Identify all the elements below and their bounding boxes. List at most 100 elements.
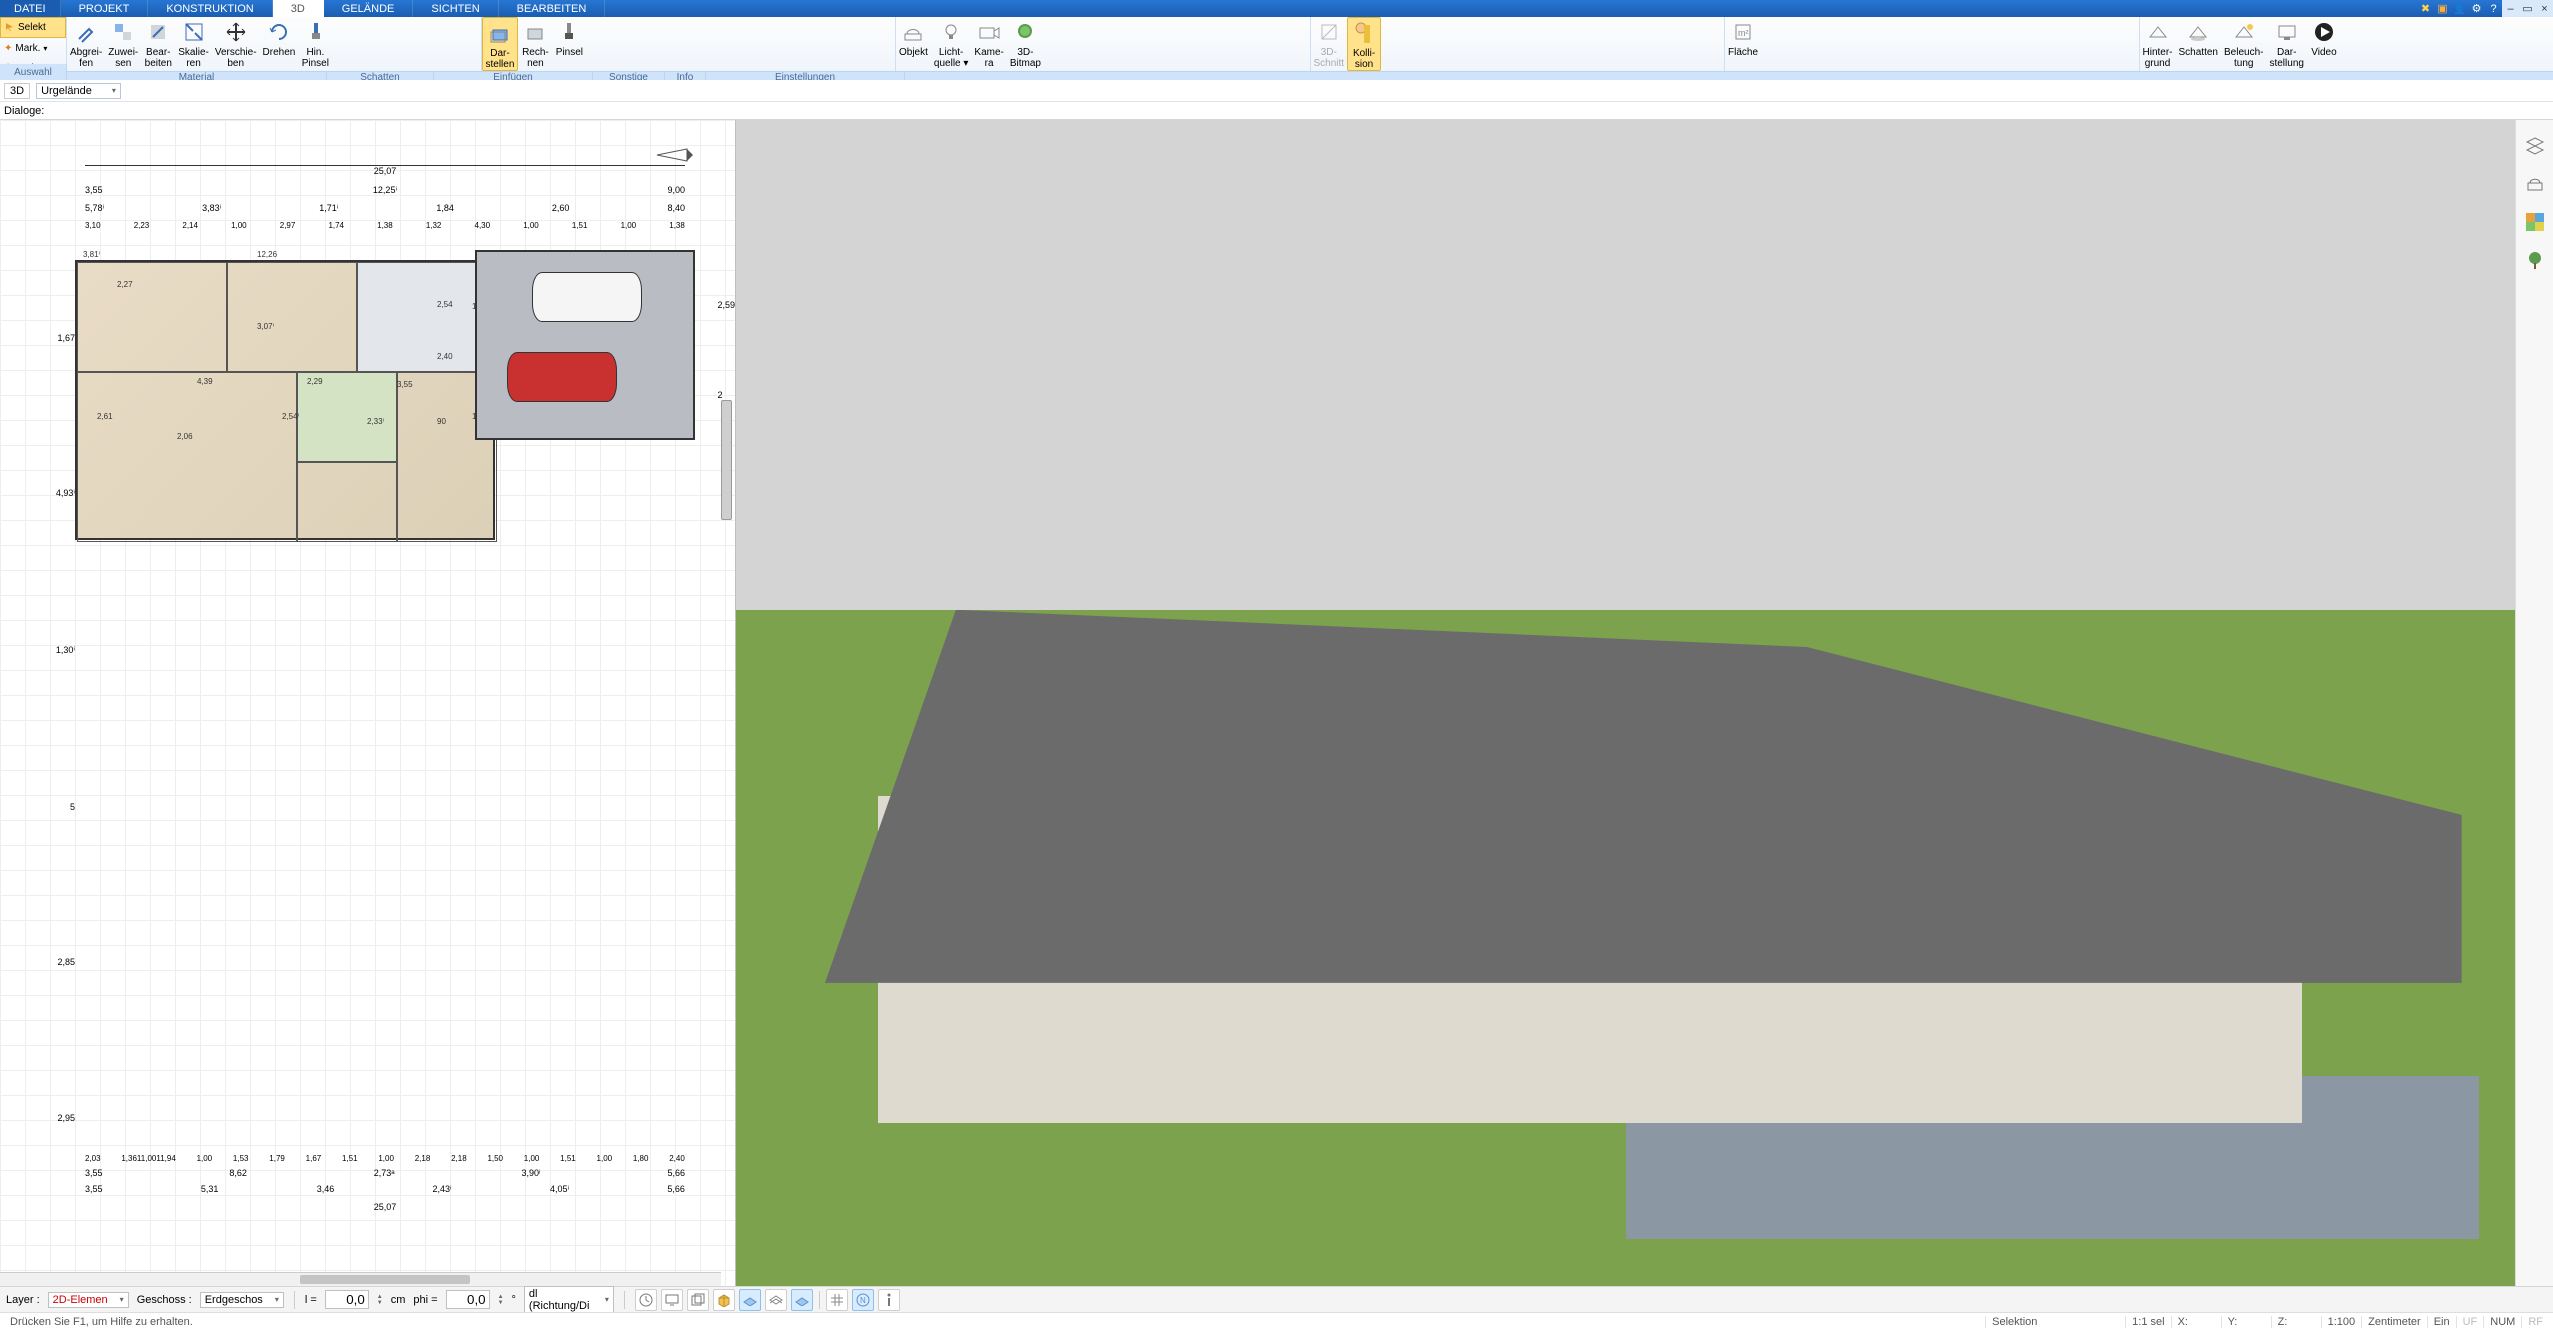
btn-darstellung[interactable]: Dar-stellung (2266, 17, 2306, 71)
btn-3d-bitmap[interactable]: 3D-Bitmap (1007, 17, 1044, 71)
pane-3d-view[interactable] (736, 120, 2515, 1286)
tree-icon[interactable] (2523, 248, 2547, 272)
geschoss-combo[interactable]: Erdgeschos (200, 1292, 284, 1308)
north-toggle-icon[interactable]: N (852, 1289, 874, 1311)
status-x: X: (2172, 1316, 2222, 1328)
phi-unit: ° (512, 1294, 516, 1306)
user-icon[interactable]: 👤 (2451, 0, 2468, 17)
btn-abgreifen[interactable]: Abgrei-fen (67, 17, 105, 71)
phi-input[interactable] (446, 1290, 490, 1309)
terrain-combo[interactable]: Urgelände (36, 83, 121, 99)
tab-datei[interactable]: DATEI (0, 0, 61, 17)
btn-flaeche[interactable]: m²Fläche (1725, 17, 1761, 71)
btn-drehen[interactable]: Drehen (260, 17, 299, 71)
dimension-value: 3,55 (397, 380, 413, 389)
btn-rechnen[interactable]: Rech-nen (518, 17, 552, 71)
furniture-icon[interactable] (2523, 172, 2547, 196)
btn-schatten[interactable]: Schatten (2176, 17, 2221, 71)
btn-zuweisen[interactable]: Zuwei-sen (105, 17, 141, 71)
stack-icon[interactable] (687, 1289, 709, 1311)
bottom-toolbar: Layer : 2D-Elemen Geschoss : Erdgeschos … (0, 1286, 2553, 1312)
car-red (507, 352, 617, 402)
mode-combo[interactable]: dl (Richtung/Di (524, 1286, 614, 1314)
status-uf: UF (2457, 1316, 2485, 1328)
btn-hin-pinsel[interactable]: Hin.Pinsel (298, 17, 332, 71)
settings-icon[interactable]: ⚙ (2468, 0, 2485, 17)
tools-icon[interactable]: ✖ (2417, 0, 2434, 17)
dimension-value: 12,25ⁱ (373, 185, 397, 196)
layer3-icon[interactable] (791, 1289, 813, 1311)
group-material: Abgrei-fen Zuwei-sen Bear-beiten Skalie-… (67, 17, 481, 71)
tab-3d[interactable]: 3D (273, 0, 324, 17)
btn-hintergrund[interactable]: Hinter-grund (2140, 17, 2176, 71)
status-z: Z: (2272, 1316, 2322, 1328)
btn-beleuchtung[interactable]: Beleuch-tung (2221, 17, 2266, 71)
garage (475, 250, 695, 440)
svg-text:m²: m² (1738, 28, 1749, 38)
layers-icon[interactable] (2523, 134, 2547, 158)
dimension-value: 1,00 (621, 221, 637, 230)
btn-kamera[interactable]: Kame-ra (971, 17, 1006, 71)
minimize-button[interactable]: – (2502, 0, 2519, 17)
clock-icon[interactable] (635, 1289, 657, 1311)
grid-icon[interactable] (826, 1289, 848, 1311)
dimension-value: 1,53 (233, 1154, 249, 1163)
scrollbar-horizontal[interactable] (0, 1272, 721, 1286)
dimension-value: 2,03 (85, 1154, 101, 1163)
dimension-value: 1,30ⁱ (29, 645, 75, 656)
room-dimensions: 3,81ⁱ12,262,273,07ⁱ4,392,293,552,612,062… (77, 262, 493, 538)
layer-label: Layer : (6, 1294, 40, 1306)
tab-konstruktion[interactable]: KONSTRUKTION (148, 0, 272, 17)
selekt-button[interactable]: Selekt (0, 17, 66, 38)
phi-label: phi = (413, 1294, 437, 1306)
pane-2d-floorplan[interactable]: 25,07 3,5512,25ⁱ9,00 5,78ⁱ3,83ⁱ1,71ⁱ1,84… (0, 120, 736, 1286)
dimension-value: 2,97 (280, 221, 296, 230)
btn-video[interactable]: Video (2307, 17, 2341, 71)
cube-icon[interactable] (713, 1289, 735, 1311)
palette-icon[interactable] (2523, 210, 2547, 234)
pane-splitter[interactable] (721, 400, 732, 520)
tab-sichten[interactable]: SICHTEN (413, 0, 498, 17)
help-icon[interactable]: ? (2485, 0, 2502, 17)
l-input[interactable] (325, 1290, 369, 1309)
dimension-value: 1,00 (197, 1154, 213, 1163)
layer1-icon[interactable] (739, 1289, 761, 1311)
btn-objekt[interactable]: Objekt (896, 17, 931, 71)
view-type-box[interactable]: 3D (4, 83, 30, 99)
dimension-value: 9,00 (667, 185, 685, 196)
floorplan: 25,07 3,5512,25ⁱ9,00 5,78ⁱ3,83ⁱ1,71ⁱ1,84… (35, 150, 705, 1206)
btn-kollision[interactable]: Kolli-sion (1347, 17, 1381, 71)
dimension-value: 3,90ⁱ (521, 1168, 540, 1179)
btn-lichtquelle[interactable]: Licht-quelle ▾ (931, 17, 972, 71)
dimension-value: 5,66 (667, 1168, 685, 1179)
dimension-value: 1,00 (523, 221, 539, 230)
btn-pinsel[interactable]: Pinsel (552, 17, 586, 71)
car-white (532, 272, 642, 322)
screen-icon[interactable] (661, 1289, 683, 1311)
tab-projekt[interactable]: PROJEKT (61, 0, 149, 17)
tab-gelaende[interactable]: GELÄNDE (324, 0, 414, 17)
btn-skalieren[interactable]: Skalie-ren (175, 17, 212, 71)
maximize-button[interactable]: ▭ (2519, 0, 2536, 17)
layer2-icon[interactable] (765, 1289, 787, 1311)
btn-bearbeiten[interactable]: Bear-beiten (141, 17, 175, 71)
phi-spinner[interactable]: ▲▼ (498, 1294, 504, 1306)
dims-bottom-a: 2,031,3611,0011,941,001,531,791,671,511,… (85, 1154, 685, 1163)
house-outline: 3,81ⁱ12,262,273,07ⁱ4,392,293,552,612,062… (75, 260, 495, 540)
close-button[interactable]: × (2536, 0, 2553, 17)
title-controls: ✖ ▣ 👤 ⚙ ? – ▭ × (2417, 0, 2553, 17)
dimension-value: 3,55 (85, 185, 103, 196)
dimension-value: 2,59 (717, 300, 735, 310)
tab-bearbeiten[interactable]: BEARBEITEN (499, 0, 606, 17)
btn-3d-schnitt[interactable]: 3D-Schnitt (1311, 17, 1348, 71)
l-spinner[interactable]: ▲▼ (377, 1294, 383, 1306)
scrollbar-thumb[interactable] (300, 1275, 470, 1284)
window-icon[interactable]: ▣ (2434, 0, 2451, 17)
selekt-label: Selekt (18, 22, 46, 33)
btn-verschieben[interactable]: Verschie-ben (212, 17, 260, 71)
layer-combo[interactable]: 2D-Elemen (48, 1292, 129, 1308)
info-icon[interactable] (878, 1289, 900, 1311)
btn-darstellen[interactable]: Dar-stellen (482, 17, 519, 71)
svg-text:N: N (860, 1296, 866, 1305)
mark-button[interactable]: ✦ Mark. ▾ (0, 38, 66, 59)
